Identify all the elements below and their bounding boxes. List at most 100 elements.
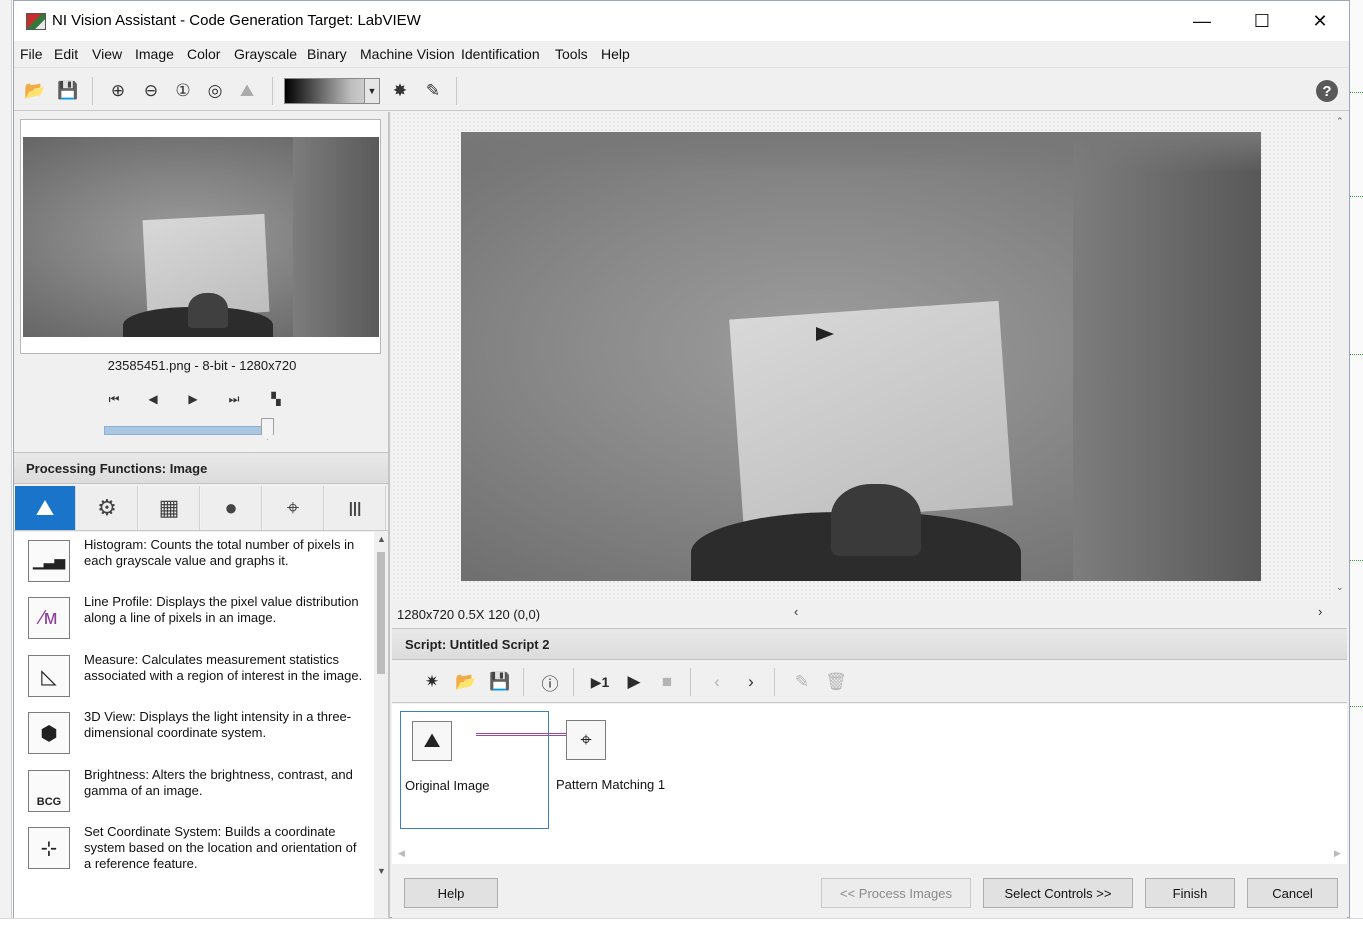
edit-step-icon[interactable]: ✎ — [790, 670, 814, 694]
script-toolbar: ✷ 📂 💾 ⓘ ▶1 ▶ ■ ‹ › ✎ 🗑 — [392, 661, 1347, 703]
script-horizontal-scrollbar[interactable]: ◀ ▶ — [392, 844, 1347, 864]
minimize-button[interactable]: — — [1179, 6, 1225, 36]
next-step-icon[interactable]: › — [739, 670, 763, 694]
brightness-icon[interactable]: ✸ — [388, 79, 412, 103]
image-display-area[interactable] — [392, 112, 1347, 600]
run-script-icon[interactable]: ▶ — [622, 670, 646, 694]
tab-binary-functions[interactable]: ● — [201, 486, 262, 530]
next-image-button[interactable]: ▶ — [182, 388, 204, 410]
menu-file[interactable]: File — [20, 46, 43, 62]
script-step-original-image[interactable]: ⛰ Original Image — [400, 711, 590, 829]
annotate-pen-icon[interactable]: ✎ — [421, 79, 445, 103]
title-bar: NI Vision Assistant - Code Generation Ta… — [14, 1, 1349, 41]
menu-grayscale[interactable]: Grayscale — [234, 46, 297, 62]
function-brightness[interactable]: BCG Brightness: Alters the brightness, c… — [14, 766, 374, 823]
previous-step-icon[interactable]: ‹ — [705, 670, 729, 694]
tab-grayscale-functions[interactable]: ▦ — [139, 486, 200, 530]
left-panel: 23585451.png - 8-bit - 1280x720 ⏮ ◀ ▶ ⏭ … — [14, 112, 390, 918]
scroll-right-icon[interactable]: › — [1318, 604, 1322, 619]
scrollbar-thumb[interactable] — [377, 552, 385, 674]
zoom-region-icon[interactable]: ⛰ — [235, 79, 259, 103]
open-script-icon[interactable]: 📂 — [454, 670, 478, 694]
image-status-text: 1280x720 0.5X 120 (0,0) — [397, 607, 541, 622]
process-images-button[interactable]: << Process Images — [821, 878, 971, 908]
save-script-icon[interactable]: 💾 — [488, 670, 512, 694]
tab-machine-vision-functions[interactable]: ⌖ — [263, 486, 324, 530]
function-3d-view[interactable]: ⬢ 3D View: Displays the light intensity … — [14, 708, 374, 765]
histogram-icon: ▁▃▅ — [28, 540, 70, 582]
function-description: Line Profile: Displays the pixel value d… — [84, 594, 359, 625]
menu-view[interactable]: View — [92, 46, 122, 62]
scroll-up-icon[interactable]: ⌃ — [1336, 116, 1344, 127]
cancel-button[interactable]: Cancel — [1247, 878, 1338, 908]
finish-button[interactable]: Finish — [1145, 878, 1235, 908]
scroll-down-icon[interactable]: ⌄ — [1336, 582, 1344, 593]
background-diagram-bottom — [0, 918, 1363, 931]
new-script-icon[interactable]: ✷ — [420, 670, 444, 694]
first-image-button[interactable]: ⏮ — [103, 388, 125, 410]
zoom-in-icon[interactable]: ⊕ — [106, 79, 130, 103]
palette-dropdown[interactable]: ▼ — [284, 78, 380, 104]
function-set-coordinate-system[interactable]: ⊹ Set Coordinate System: Builds a coordi… — [14, 823, 374, 880]
help-button[interactable]: Help — [404, 878, 498, 908]
menu-identification[interactable]: Identification — [461, 46, 540, 62]
menu-color[interactable]: Color — [187, 46, 220, 62]
zoom-out-icon[interactable]: ⊖ — [139, 79, 163, 103]
scroll-left-icon[interactable]: ◀ — [398, 848, 405, 859]
original-image-icon: ⛰ — [412, 721, 452, 761]
zoom-fit-icon[interactable]: ◎ — [203, 79, 227, 103]
image-slider-track[interactable] — [104, 426, 274, 435]
image-slider-thumb[interactable] — [261, 418, 274, 440]
main-toolbar: 📂 💾 ⊕ ⊖ ① ◎ ⛰ ▼ ✸ ✎ ? — [14, 69, 1349, 111]
file-info: 23585451.png - 8-bit - 1280x720 — [107, 358, 297, 373]
scroll-right-icon[interactable]: ▶ — [1334, 848, 1341, 859]
menu-bar: File Edit View Image Color Grayscale Bin… — [14, 41, 1349, 68]
tab-identification-functions[interactable]: ||| — [325, 486, 386, 530]
select-controls-button[interactable]: Select Controls >> — [983, 878, 1133, 908]
last-image-button[interactable]: ⏭ — [223, 388, 245, 410]
tab-image-functions[interactable]: ⛰ — [15, 486, 76, 530]
browse-mode-button[interactable]: ▚ — [265, 388, 287, 410]
function-line-profile[interactable]: ∕ᴍ Line Profile: Displays the pixel valu… — [14, 593, 374, 650]
main-image[interactable] — [461, 132, 1261, 581]
pattern-matching-icon: ⌖ — [566, 720, 606, 760]
menu-help[interactable]: Help — [601, 46, 630, 62]
background-diagram-right — [1350, 0, 1363, 931]
tab-color-functions[interactable]: ⚙ — [77, 486, 138, 530]
stop-icon[interactable]: ■ — [655, 670, 679, 694]
thumbnail-image — [23, 137, 379, 337]
scroll-down-icon[interactable]: ▼ — [377, 866, 386, 876]
brightness-icon: BCG — [28, 770, 70, 812]
image-vertical-scrollbar[interactable]: ⌃ ⌄ — [1334, 112, 1348, 600]
coordinate-system-icon: ⊹ — [28, 827, 70, 869]
image-browser-thumbnail[interactable] — [20, 119, 381, 354]
open-folder-icon[interactable]: 📂 — [23, 79, 47, 103]
image-status-bar: 1280x720 0.5X 120 (0,0) ‹ › — [392, 601, 1347, 626]
step-label: Original Image — [405, 778, 490, 793]
maximize-button[interactable]: ☐ — [1239, 6, 1285, 36]
menu-edit[interactable]: Edit — [54, 46, 78, 62]
close-button[interactable]: ✕ — [1297, 6, 1343, 36]
menu-machine-vision[interactable]: Machine Vision — [360, 46, 455, 62]
zoom-1to1-icon[interactable]: ① — [171, 79, 195, 103]
previous-image-button[interactable]: ◀ — [142, 388, 164, 410]
help-icon[interactable]: ? — [1316, 80, 1338, 102]
processing-function-tabs: ⛰ ⚙ ▦ ● ⌖ ||| — [14, 485, 388, 531]
scroll-up-icon[interactable]: ▲ — [377, 534, 386, 544]
menu-tools[interactable]: Tools — [555, 46, 588, 62]
script-step-pattern-matching[interactable]: ⌖ Pattern Matching 1 — [556, 711, 686, 829]
script-info-icon[interactable]: ⓘ — [538, 670, 562, 694]
function-description: 3D View: Displays the light intensity in… — [84, 709, 352, 740]
function-measure[interactable]: ◺ Measure: Calculates measurement statis… — [14, 651, 374, 708]
function-description: Histogram: Counts the total number of pi… — [84, 537, 355, 568]
run-once-icon[interactable]: ▶1 — [588, 670, 612, 694]
save-icon[interactable]: 💾 — [56, 79, 80, 103]
menu-binary[interactable]: Binary — [307, 46, 347, 62]
menu-image[interactable]: Image — [135, 46, 174, 62]
delete-step-icon[interactable]: 🗑 — [824, 670, 848, 694]
scroll-left-icon[interactable]: ‹ — [794, 604, 798, 619]
function-description: Measure: Calculates measurement statisti… — [84, 652, 363, 683]
function-list-scrollbar[interactable]: ▲ ▼ — [374, 532, 388, 878]
function-histogram[interactable]: ▁▃▅ Histogram: Counts the total number o… — [14, 536, 374, 593]
window-title: NI Vision Assistant - Code Generation Ta… — [52, 12, 421, 29]
